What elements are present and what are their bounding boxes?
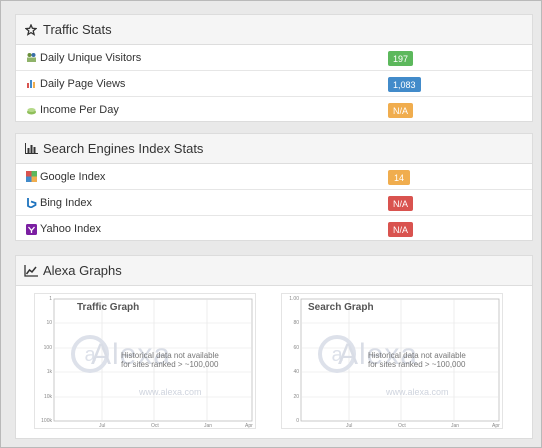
- google-badge: 14: [388, 170, 410, 185]
- search-graph-title: Search Graph: [308, 302, 374, 313]
- search-index-title: Search Engines Index Stats: [43, 141, 204, 156]
- stat-row-income: Income Per Day N/A: [16, 97, 532, 123]
- y-tick: 1k: [46, 369, 52, 375]
- x-tick: Jul: [346, 423, 353, 429]
- visitors-icon: [25, 52, 37, 64]
- traffic-stats-panel: Traffic Stats Daily Unique Visitors 197 …: [15, 14, 533, 122]
- traffic-graph-note: Historical data not available for sites …: [121, 351, 241, 369]
- yahoo-badge: N/A: [388, 222, 414, 237]
- y-tick: 1.00: [289, 296, 299, 302]
- y-tick: 60: [293, 345, 299, 351]
- search-graph-note: Historical data not available for sites …: [368, 351, 488, 369]
- note-line: Historical data not available: [121, 351, 219, 360]
- line-chart-icon: [24, 264, 38, 278]
- alexa-graphs-title: Alexa Graphs: [43, 263, 122, 278]
- visitors-badge: 197: [388, 51, 414, 66]
- note-line: for sites ranked > ~100,000: [368, 360, 466, 369]
- search-graph: a Alexa www.alexa.com Search Graph Histo…: [281, 293, 503, 429]
- bing-icon: [25, 197, 37, 209]
- income-badge: N/A: [388, 103, 414, 118]
- stat-label: Income Per Day: [40, 104, 119, 116]
- y-tick: 40: [293, 369, 299, 375]
- stats-page: Traffic Stats Daily Unique Visitors 197 …: [0, 0, 542, 448]
- stat-label: Daily Page Views: [40, 77, 126, 90]
- y-tick: 100: [43, 345, 52, 351]
- y-tick: 20: [293, 394, 299, 400]
- y-tick: 1: [49, 296, 52, 302]
- stat-label: Daily Unique Visitors: [40, 51, 142, 64]
- x-tick: Apr: [492, 423, 500, 429]
- index-label: Google Index: [40, 170, 106, 183]
- bar-chart-icon: [25, 78, 37, 90]
- index-row-bing: Bing Index N/A: [16, 190, 532, 216]
- google-icon: [25, 171, 37, 183]
- y-tick: 10k: [43, 394, 52, 400]
- search-index-panel: Search Engines Index Stats Google Index …: [15, 133, 533, 241]
- stat-row-page-views: Daily Page Views 1,083: [16, 71, 532, 97]
- page-views-badge: 1,083: [388, 77, 421, 92]
- y-tick: 10: [46, 320, 52, 326]
- x-tick: Jul: [99, 423, 106, 429]
- index-row-google: Google Index 14: [16, 164, 532, 190]
- note-line: Historical data not available: [368, 351, 466, 360]
- x-tick: Oct: [398, 423, 406, 429]
- alexa-watermark-url: www.alexa.com: [386, 387, 449, 397]
- traffic-stats-header: Traffic Stats: [16, 15, 532, 45]
- star-icon: [24, 23, 38, 37]
- x-tick: Apr: [245, 423, 253, 429]
- traffic-graph-title: Traffic Graph: [77, 302, 140, 313]
- yahoo-icon: [25, 223, 37, 235]
- index-label: Yahoo Index: [40, 223, 101, 235]
- index-row-yahoo: Yahoo Index N/A: [16, 216, 532, 242]
- money-icon: [25, 104, 37, 116]
- bar-chart-icon: [24, 142, 38, 156]
- x-tick: Jan: [451, 423, 460, 429]
- alexa-graphs-header: Alexa Graphs: [16, 256, 532, 286]
- y-tick: 100k: [41, 418, 52, 424]
- search-index-header: Search Engines Index Stats: [16, 134, 532, 164]
- traffic-stats-title: Traffic Stats: [43, 22, 112, 37]
- y-tick: 80: [293, 320, 299, 326]
- x-tick: Jan: [204, 423, 213, 429]
- y-tick: 0: [296, 418, 299, 424]
- index-label: Bing Index: [40, 196, 92, 209]
- alexa-watermark-url: www.alexa.com: [139, 387, 202, 397]
- x-tick: Oct: [151, 423, 159, 429]
- bing-badge: N/A: [388, 196, 414, 211]
- note-line: for sites ranked > ~100,000: [121, 360, 219, 369]
- stat-row-visitors: Daily Unique Visitors 197: [16, 45, 532, 71]
- traffic-graph: a Alexa www.alexa.com Traffic Graph Hist…: [34, 293, 256, 429]
